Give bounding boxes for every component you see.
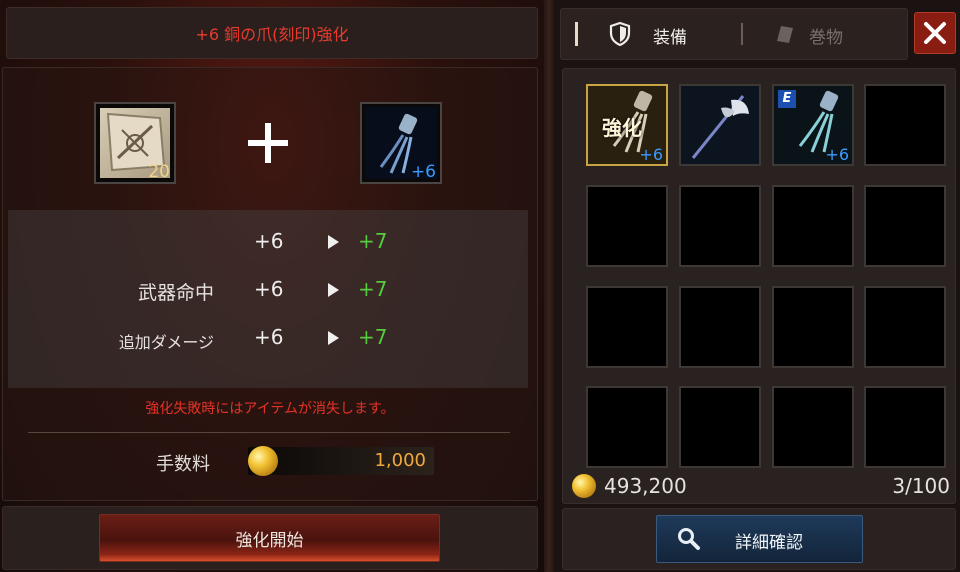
close-icon [924, 22, 946, 44]
stat-to: +7 [358, 277, 388, 301]
inventory-slot[interactable] [864, 286, 946, 368]
plus-icon [248, 123, 288, 163]
inventory-slot[interactable] [679, 185, 761, 267]
divider [28, 432, 510, 433]
stat-row: 追加ダメージ +6 +7 [8, 306, 528, 366]
item-level: +6 [639, 145, 663, 164]
stat-from: +6 [254, 325, 284, 349]
tab-bar: 装備 巻物 [560, 8, 908, 60]
halberd-icon [691, 95, 749, 159]
enhance-title: +6 銅の爪(刻印)強化 [195, 25, 349, 44]
tab-indicator [575, 22, 578, 46]
inventory-slot[interactable] [679, 286, 761, 368]
inventory-slot[interactable] [679, 84, 761, 166]
inventory-slot[interactable] [864, 185, 946, 267]
failure-warning: 強化失敗時にはアイテムが消失します。 [145, 401, 395, 417]
inventory-slot[interactable]: E +6 [772, 84, 854, 166]
stat-label: 武器命中 [137, 282, 214, 304]
gold-coin-icon [572, 474, 596, 498]
stat-from: +6 [254, 277, 284, 301]
fee-label: 手数料 [156, 454, 210, 475]
inventory-slot[interactable] [772, 386, 854, 468]
inventory-slot[interactable]: 強化 +6 [586, 84, 668, 166]
tab-equip[interactable]: 装備 [605, 17, 725, 51]
detail-check-button[interactable]: 詳細確認 [656, 515, 863, 563]
enhance-badge: 強化 [602, 116, 642, 140]
target-item-slot[interactable]: +6 [360, 102, 442, 184]
inventory-slot[interactable] [864, 84, 946, 166]
equipped-tag: E [778, 90, 796, 108]
material-count: 20 [148, 162, 170, 182]
enhance-title-bar: +6 銅の爪(刻印)強化 [6, 7, 538, 59]
inventory-slot[interactable] [772, 286, 854, 368]
tab-scroll[interactable]: 巻物 [767, 17, 887, 51]
coin-amount: 493,200 [604, 474, 687, 498]
inventory-slot[interactable] [586, 386, 668, 468]
tab-scroll-label: 巻物 [809, 28, 843, 48]
enhance-panel: +6 銅の爪(刻印)強化 20 +6 +6 +7 武器命中 +6 +7 追加ダメ… [0, 0, 544, 572]
target-level: +6 [410, 162, 436, 182]
close-button[interactable] [914, 12, 956, 54]
inventory-slot[interactable] [772, 185, 854, 267]
shield-icon [609, 22, 631, 46]
stat-to: +7 [358, 325, 388, 349]
magnifier-icon [678, 528, 700, 550]
tab-equip-label: 装備 [653, 28, 687, 48]
inventory-slot[interactable] [679, 386, 761, 468]
material-slot[interactable]: 20 [94, 102, 176, 184]
arrow-right-icon [328, 235, 339, 249]
arrow-right-icon [328, 331, 339, 345]
stat-change-panel: +6 +7 武器命中 +6 +7 追加ダメージ +6 +7 [8, 210, 528, 388]
detail-check-label: 詳細確認 [735, 533, 803, 553]
fee-value: 1,000 [374, 450, 426, 471]
scroll-icon [777, 26, 793, 43]
start-enhance-label: 強化開始 [235, 530, 304, 551]
panel-separator [544, 0, 554, 572]
inventory-slot[interactable] [586, 286, 668, 368]
item-level: +6 [825, 145, 849, 164]
stat-to: +7 [358, 229, 388, 253]
stat-label: 追加ダメージ [118, 333, 214, 352]
inventory-slot[interactable] [586, 185, 668, 267]
arrow-right-icon [328, 283, 339, 297]
stat-from: +6 [254, 229, 284, 253]
start-enhance-button[interactable]: 強化開始 [99, 514, 440, 562]
tab-divider [741, 23, 743, 45]
inventory-capacity: 3/100 [892, 474, 950, 498]
inventory-slot[interactable] [864, 386, 946, 468]
